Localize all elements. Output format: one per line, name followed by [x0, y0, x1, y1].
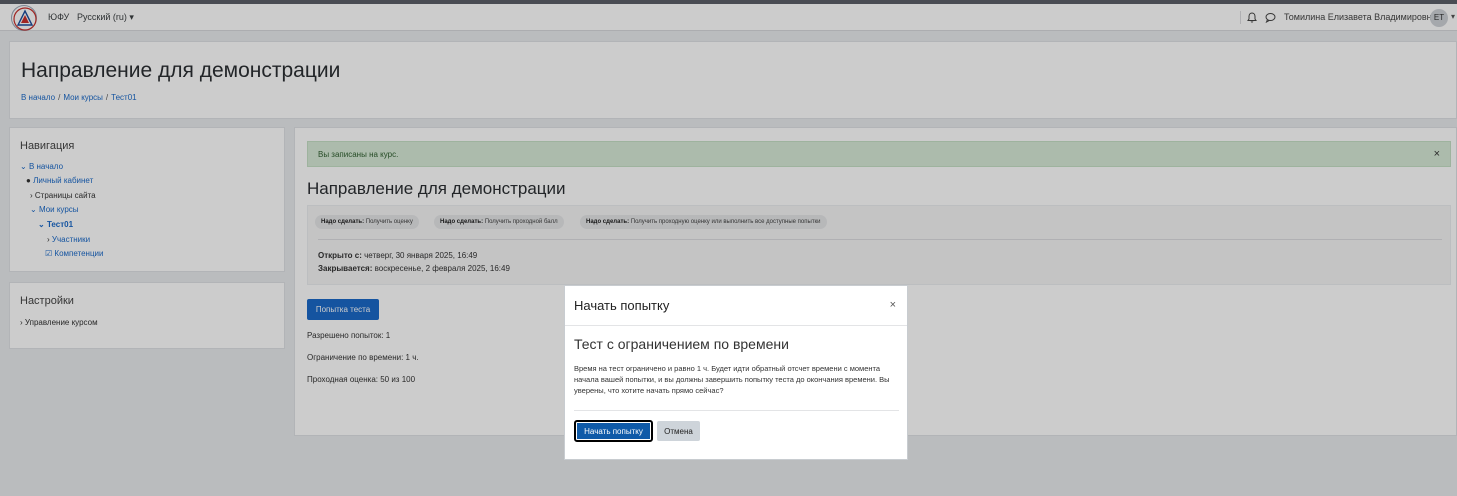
- dialog-text: Время на тест ограничено и равно 1 ч. Бу…: [574, 364, 890, 395]
- close-icon[interactable]: ×: [890, 299, 896, 311]
- cancel-button[interactable]: Отмена: [657, 421, 700, 441]
- dialog-title: Начать попытку: [574, 298, 670, 313]
- divider: [574, 410, 899, 411]
- dialog-heading: Тест с ограничением по времени: [574, 336, 789, 352]
- divider: [565, 325, 907, 326]
- start-attempt-dialog: Начать попытку × Тест с ограничением по …: [564, 285, 908, 460]
- start-attempt-button[interactable]: Начать попытку: [574, 420, 653, 442]
